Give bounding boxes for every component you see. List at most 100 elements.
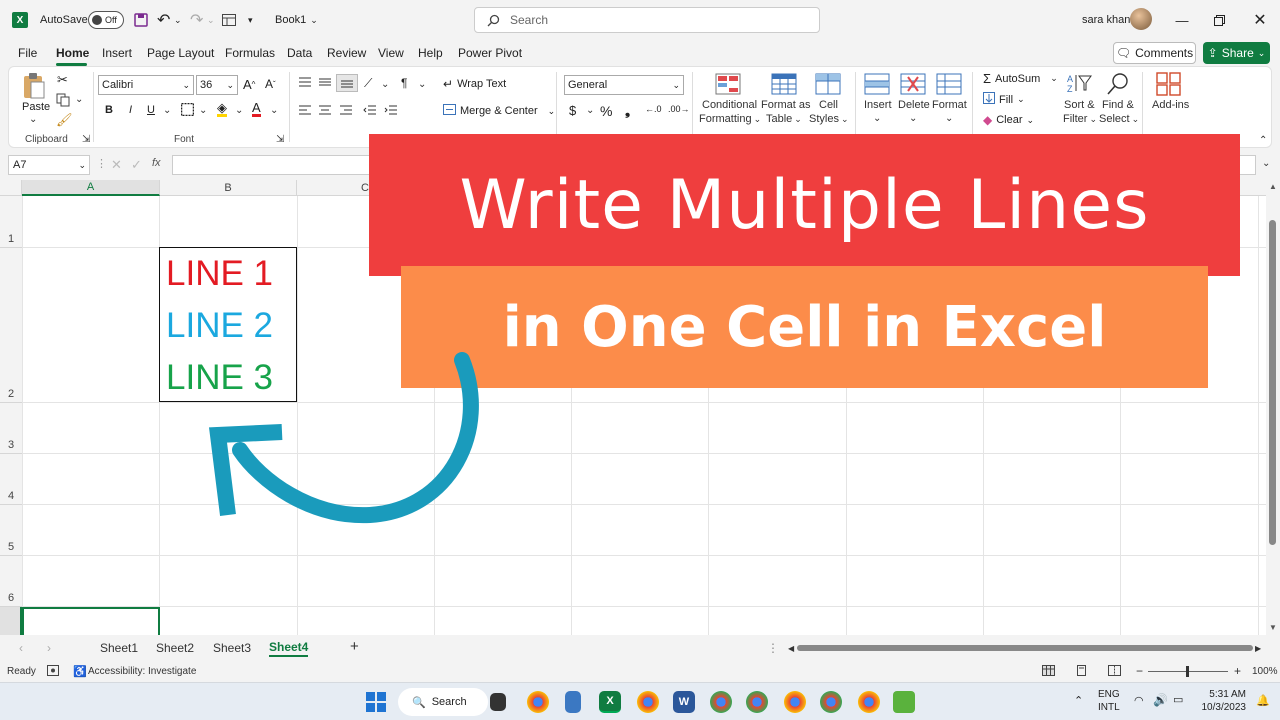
camtasia-icon[interactable]	[893, 691, 915, 713]
windows-start-icon[interactable]	[366, 692, 386, 715]
language-indicator[interactable]: ENG INTL	[1098, 688, 1120, 714]
customize-qat-icon[interactable]: ▾	[248, 10, 253, 30]
insert-cells-icon[interactable]	[864, 73, 890, 95]
vertical-scrollbar[interactable]: ▲ ▼	[1266, 180, 1280, 635]
column-header-a[interactable]: A	[22, 180, 160, 196]
copy-dropdown-icon[interactable]: ⌄	[75, 94, 83, 105]
fill-color-icon[interactable]: ◈	[217, 101, 227, 117]
redo-icon[interactable]: ↷	[190, 10, 203, 30]
name-box-more-icon[interactable]: ⋮	[96, 157, 107, 170]
tab-review[interactable]: Review	[327, 46, 366, 60]
merge-center-button[interactable]: Merge & Center ⌄	[443, 104, 555, 118]
format-as-table-label-2[interactable]: Table ⌄	[766, 113, 802, 125]
zoom-in-icon[interactable]: +	[1234, 664, 1241, 678]
orientation-dropdown-icon[interactable]: ⌄	[381, 79, 389, 90]
row-header-1[interactable]: 1	[0, 196, 22, 248]
format-painter-icon[interactable]: 🖌	[56, 112, 73, 128]
hscroll-right-icon[interactable]: ▶	[1255, 644, 1261, 653]
clipboard-launcher-icon[interactable]: ⇲	[82, 134, 90, 145]
vertical-scroll-thumb[interactable]	[1269, 220, 1276, 545]
cell-styles-label[interactable]: Cell	[819, 99, 838, 111]
column-header-b[interactable]: B	[160, 180, 297, 196]
delete-cells-icon[interactable]	[900, 73, 926, 95]
sort-filter-icon[interactable]: AZ	[1066, 72, 1092, 94]
text-direction-dropdown-icon[interactable]: ⌄	[418, 79, 426, 90]
align-middle-icon[interactable]	[318, 76, 332, 88]
tab-file[interactable]: File	[18, 46, 37, 60]
taskbar-search[interactable]: 🔍 Search	[398, 688, 488, 716]
conditional-formatting-icon[interactable]	[715, 73, 741, 95]
clear-button[interactable]: ◆ Clear ⌄	[983, 113, 1034, 127]
find-select-icon[interactable]	[1105, 72, 1131, 96]
sort-filter-label[interactable]: Sort &	[1064, 99, 1095, 111]
format-cells-label[interactable]: Format	[932, 99, 967, 111]
bold-button[interactable]: B	[105, 104, 113, 116]
paste-dropdown-icon[interactable]: ⌄	[29, 114, 37, 125]
search-box[interactable]: Search	[474, 7, 820, 33]
percent-icon[interactable]: %	[600, 103, 612, 119]
notepad-icon[interactable]	[565, 691, 581, 713]
insert-cells-label[interactable]: Insert	[864, 99, 892, 111]
tab-help[interactable]: Help	[418, 46, 443, 60]
increase-indent-icon[interactable]	[384, 104, 398, 116]
add-sheet-icon[interactable]: +	[350, 638, 359, 655]
zoom-level[interactable]: 100%	[1252, 666, 1278, 677]
align-left-icon[interactable]	[298, 104, 312, 116]
chrome-profile-4-icon[interactable]	[784, 691, 806, 713]
chrome-profile-icon[interactable]	[637, 691, 659, 713]
font-color-dropdown-icon[interactable]: ⌄	[270, 105, 278, 116]
cancel-entry-icon[interactable]: ✕	[111, 157, 122, 173]
excel-taskbar-icon[interactable]: X	[599, 691, 621, 713]
row-header-6[interactable]: 6	[0, 556, 22, 607]
selected-cell-a7[interactable]	[22, 607, 160, 635]
currency-icon[interactable]: $	[569, 103, 576, 118]
font-launcher-icon[interactable]: ⇲	[276, 134, 284, 145]
row-header-2[interactable]: 2	[0, 248, 22, 403]
decrease-indent-icon[interactable]	[363, 104, 377, 116]
insert-function-icon[interactable]: fx	[152, 157, 161, 169]
tab-home[interactable]: Home	[56, 46, 89, 60]
borders-icon[interactable]	[181, 103, 194, 116]
insert-dropdown-icon[interactable]: ⌄	[873, 113, 881, 124]
name-box[interactable]: A7 ⌄	[8, 155, 90, 175]
restore-icon[interactable]	[1207, 8, 1231, 32]
comma-icon[interactable]: ❟	[625, 103, 630, 119]
currency-dropdown-icon[interactable]: ⌄	[586, 105, 594, 116]
normal-view-icon[interactable]	[1042, 665, 1055, 679]
paste-button[interactable]: Paste	[22, 101, 50, 113]
tab-power-pivot[interactable]: Power Pivot	[458, 46, 522, 60]
battery-icon[interactable]: ▭	[1173, 693, 1183, 706]
row-header-4[interactable]: 4	[0, 454, 22, 505]
undo-icon[interactable]: ↶	[157, 10, 170, 30]
increase-font-icon[interactable]: A ^	[243, 77, 255, 92]
delete-dropdown-icon[interactable]: ⌄	[909, 113, 917, 124]
format-as-table-icon[interactable]	[771, 73, 797, 95]
show-hidden-icons-icon[interactable]: ⌃	[1074, 694, 1083, 707]
hscroll-left-icon[interactable]: ◀	[788, 644, 794, 653]
font-color-icon[interactable]: A	[252, 101, 261, 117]
increase-decimal-icon[interactable]: ←.0	[645, 104, 662, 114]
volume-icon[interactable]: 🔊	[1153, 693, 1168, 707]
word-icon[interactable]: W	[673, 691, 695, 713]
text-direction-icon[interactable]: ¶	[401, 76, 407, 90]
borders-dropdown-icon[interactable]: ⌄	[199, 105, 207, 116]
autosave-toggle[interactable]: Off	[88, 10, 124, 30]
conditional-formatting-label[interactable]: Conditional	[702, 99, 757, 111]
sheet-next-icon[interactable]: ›	[47, 641, 51, 655]
redo-dropdown-icon[interactable]: ⌄	[207, 10, 215, 30]
close-icon[interactable]: ✕	[1248, 8, 1272, 32]
align-top-icon[interactable]	[298, 76, 312, 88]
clock[interactable]: 5:31 AM 10/3/2023	[1198, 688, 1247, 714]
notifications-icon[interactable]: 🔔	[1256, 694, 1270, 707]
copy-icon[interactable]	[56, 93, 70, 107]
tab-page-layout[interactable]: Page Layout	[147, 46, 214, 60]
accessibility-status[interactable]: Accessibility: Investigate	[88, 666, 196, 677]
paste-icon[interactable]	[22, 72, 46, 100]
align-bottom-icon[interactable]	[336, 74, 358, 92]
find-select-label[interactable]: Find &	[1102, 99, 1134, 111]
chrome-profile-6-icon[interactable]	[858, 691, 880, 713]
sheet-tab-2[interactable]: Sheet2	[156, 641, 194, 655]
underline-button[interactable]: U	[147, 104, 155, 116]
italic-button[interactable]: I	[129, 104, 132, 116]
decrease-decimal-icon[interactable]: .00→	[668, 104, 690, 114]
